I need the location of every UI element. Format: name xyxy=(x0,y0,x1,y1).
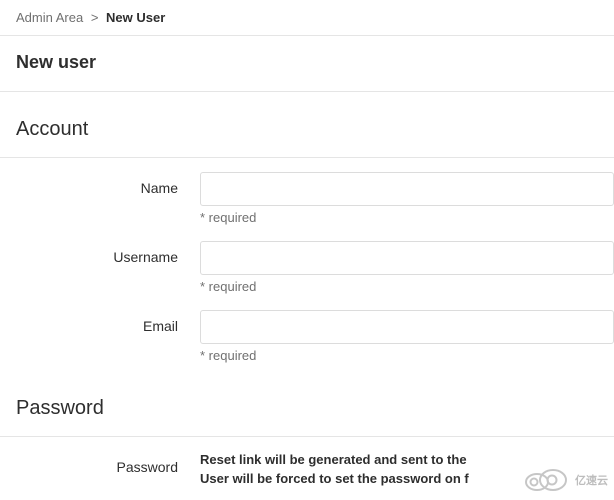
section-title-account: Account xyxy=(0,92,614,149)
page-title: New user xyxy=(0,36,614,92)
breadcrumb-admin-area[interactable]: Admin Area xyxy=(16,10,83,25)
email-input[interactable] xyxy=(200,310,614,344)
form-row-name: Name * required xyxy=(0,164,614,233)
watermark-text: 亿速云 xyxy=(575,472,608,488)
cloud-icon xyxy=(517,466,573,494)
password-label: Password xyxy=(0,451,200,475)
name-input[interactable] xyxy=(200,172,614,206)
name-hint: * required xyxy=(200,210,614,225)
email-hint: * required xyxy=(200,348,614,363)
breadcrumb: Admin Area > New User xyxy=(0,0,614,36)
name-label: Name xyxy=(0,172,200,196)
account-form: Name * required Username * required Emai… xyxy=(0,157,614,371)
section-title-password: Password xyxy=(0,371,614,428)
username-hint: * required xyxy=(200,279,614,294)
email-label: Email xyxy=(0,310,200,334)
username-label: Username xyxy=(0,241,200,265)
form-row-username: Username * required xyxy=(0,233,614,302)
form-row-email: Email * required xyxy=(0,302,614,371)
username-input[interactable] xyxy=(200,241,614,275)
chevron-right-icon: > xyxy=(91,10,99,25)
breadcrumb-current: New User xyxy=(106,10,165,25)
watermark: 亿速云 xyxy=(517,466,608,494)
